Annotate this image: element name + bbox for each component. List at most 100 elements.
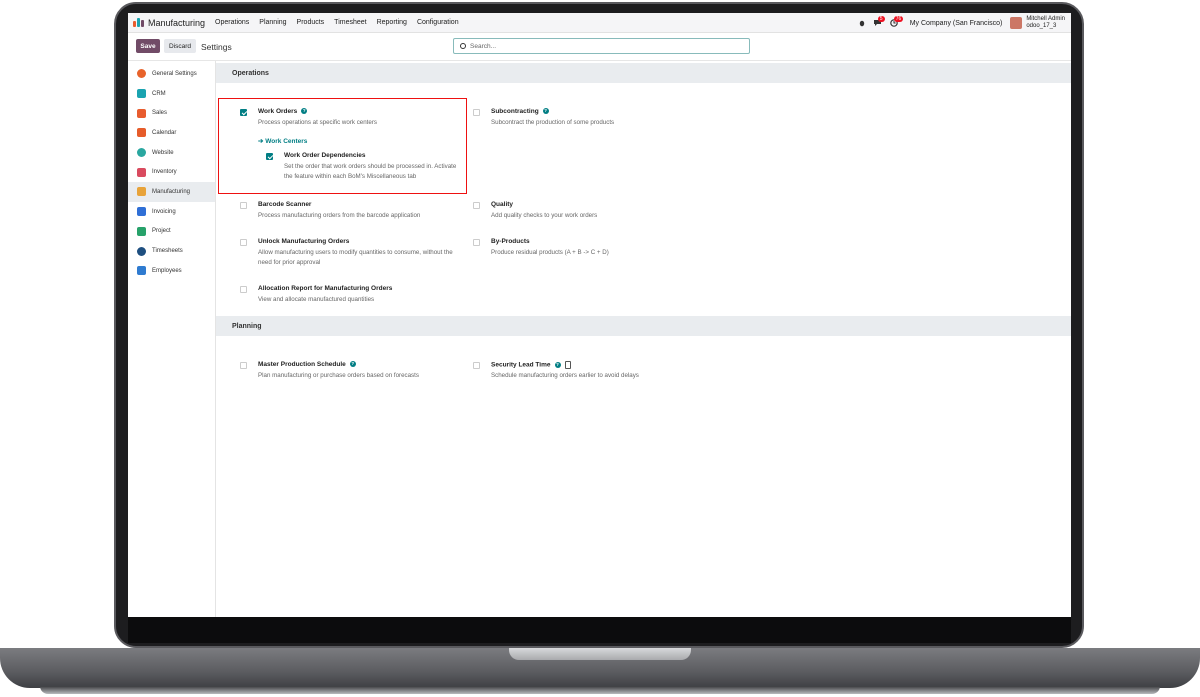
sidebar-item-label: Inventory — [152, 169, 177, 176]
sidebar-item-employees[interactable]: Employees — [128, 261, 215, 281]
menu-operations[interactable]: Operations — [215, 19, 249, 26]
sidebar-item-website[interactable]: Website — [128, 143, 215, 163]
section-operations: Operations — [216, 63, 1071, 83]
setting-desc: Subcontract the production of some produ… — [491, 119, 615, 126]
laptop-base-foot — [40, 686, 1160, 694]
setting-title: Work Order Dependencies — [284, 152, 366, 159]
work-order-dependencies-checkbox[interactable] — [266, 153, 273, 160]
setting-desc: Schedule manufacturing orders earlier to… — [491, 372, 639, 379]
invoicing-icon — [137, 207, 146, 217]
activities-badge: 76 — [893, 16, 904, 22]
app-name[interactable]: Manufacturing — [148, 18, 205, 28]
laptop-chin — [128, 617, 1071, 643]
mps-checkbox[interactable] — [240, 362, 247, 369]
save-button[interactable]: Save — [136, 39, 160, 53]
sidebar-item-manufacturing[interactable]: Manufacturing — [128, 182, 215, 202]
setting-desc: Produce residual products (A + B -> C + … — [491, 249, 609, 256]
laptop-notch — [509, 648, 691, 660]
sidebar-item-invoicing[interactable]: Invoicing — [128, 202, 215, 222]
sidebar-item-label: CRM — [152, 90, 166, 97]
employees-icon — [137, 266, 146, 276]
timesheets-icon — [137, 246, 146, 256]
manufacturing-icon — [137, 187, 146, 197]
sidebar-item-sales[interactable]: Sales — [128, 103, 215, 123]
setting-desc: View and allocate manufactured quantitie… — [258, 296, 375, 303]
sidebar-item-general-settings[interactable]: General Settings — [128, 64, 215, 84]
search-placeholder: Search... — [470, 42, 497, 50]
section-planning: Planning — [216, 316, 1071, 336]
setting-title: Allocation Report for Manufacturing Orde… — [258, 285, 393, 292]
discard-button[interactable]: Discard — [164, 39, 196, 53]
by-products-checkbox[interactable] — [473, 239, 480, 246]
activities-icon[interactable]: 76 — [889, 16, 904, 27]
setting-desc: Process manufacturing orders from the ba… — [258, 212, 421, 219]
manufacturing-app-icon[interactable] — [133, 17, 144, 28]
setting-title: Security Lead Time? — [491, 361, 571, 369]
search-input[interactable]: Search... — [453, 38, 750, 54]
screen: Manufacturing Operations Planning Produc… — [128, 13, 1071, 617]
website-icon — [137, 148, 146, 158]
setting-title: Work Orders? — [258, 108, 308, 115]
setting-desc: Plan manufacturing or purchase orders ba… — [258, 372, 419, 379]
sidebar-item-inventory[interactable]: Inventory — [128, 162, 215, 182]
security-lead-time-checkbox[interactable] — [473, 362, 480, 369]
messages-icon[interactable]: 5 — [873, 16, 885, 27]
settings-main: Operations Work Orders? Process operatio… — [216, 61, 1071, 617]
sidebar-item-crm[interactable]: CRM — [128, 84, 215, 104]
user-avatar[interactable] — [1010, 17, 1023, 29]
help-icon[interactable]: ? — [349, 361, 356, 368]
help-icon[interactable]: ? — [542, 108, 549, 115]
allocation-report-checkbox[interactable] — [240, 286, 247, 293]
sidebar-item-label: Timesheets — [152, 248, 183, 255]
navbar-right: 5 76 My Company (San Francisco) Mitchell… — [850, 13, 1065, 33]
setting-title: Barcode Scanner — [258, 201, 312, 208]
help-icon[interactable]: ? — [554, 362, 561, 368]
sidebar-item-timesheets[interactable]: Timesheets — [128, 241, 215, 261]
messages-badge: 5 — [877, 16, 885, 22]
general-settings-icon — [137, 69, 146, 79]
sidebar-item-label: Employees — [152, 267, 182, 274]
crm-icon — [137, 89, 146, 99]
menu-timesheet[interactable]: Timesheet — [334, 19, 366, 26]
setting-desc: Allow manufacturing users to modify quan… — [258, 249, 453, 266]
work-orders-checkbox[interactable] — [240, 109, 247, 116]
sidebar-item-label: Manufacturing — [152, 188, 191, 195]
inventory-icon — [137, 167, 146, 177]
setting-title: Unlock Manufacturing Orders — [258, 238, 350, 245]
setting-title: Quality — [491, 201, 514, 208]
sidebar-item-label: Calendar — [152, 129, 177, 136]
mobile-icon — [564, 361, 571, 369]
setting-desc: Add quality checks to your work orders — [491, 212, 598, 219]
barcode-scanner-checkbox[interactable] — [240, 202, 247, 209]
sidebar-item-label: General Settings — [152, 70, 197, 77]
unlock-mo-checkbox[interactable] — [240, 239, 247, 246]
setting-title: Master Production Schedule? — [258, 361, 356, 368]
bug-icon[interactable] — [858, 19, 866, 27]
user-menu[interactable]: Mitchell Admin odoo_17_3 — [1026, 16, 1065, 30]
sidebar-item-label: Project — [152, 228, 171, 235]
menu-planning[interactable]: Planning — [259, 19, 286, 26]
top-navbar: Manufacturing Operations Planning Produc… — [128, 13, 1071, 33]
sidebar-item-label: Invoicing — [152, 208, 176, 215]
search-icon — [460, 43, 466, 49]
sidebar-item-project[interactable]: Project — [128, 222, 215, 242]
database-name: odoo_17_3 — [1026, 23, 1057, 29]
page-title: Settings — [201, 42, 232, 52]
work-centers-link[interactable]: ➔ Work Centers — [258, 137, 307, 145]
quality-checkbox[interactable] — [473, 202, 480, 209]
company-switcher[interactable]: My Company (San Francisco) — [910, 20, 1003, 27]
sidebar-item-label: Sales — [152, 110, 168, 117]
settings-sidebar: General Settings CRM Sales Calendar Webs… — [128, 61, 216, 617]
help-icon[interactable]: ? — [301, 108, 308, 115]
user-name: Mitchell Admin — [1026, 16, 1065, 22]
project-icon — [137, 226, 146, 236]
control-panel: Save Discard Settings Search... — [128, 33, 1071, 61]
menu-configuration[interactable]: Configuration — [417, 19, 459, 26]
setting-desc: Process operations at specific work cent… — [258, 119, 377, 126]
sidebar-item-label: Website — [152, 149, 174, 156]
menu-reporting[interactable]: Reporting — [377, 19, 407, 26]
menu-products[interactable]: Products — [297, 19, 325, 26]
setting-title: By-Products — [491, 238, 530, 245]
subcontracting-checkbox[interactable] — [473, 109, 480, 116]
sidebar-item-calendar[interactable]: Calendar — [128, 123, 215, 143]
